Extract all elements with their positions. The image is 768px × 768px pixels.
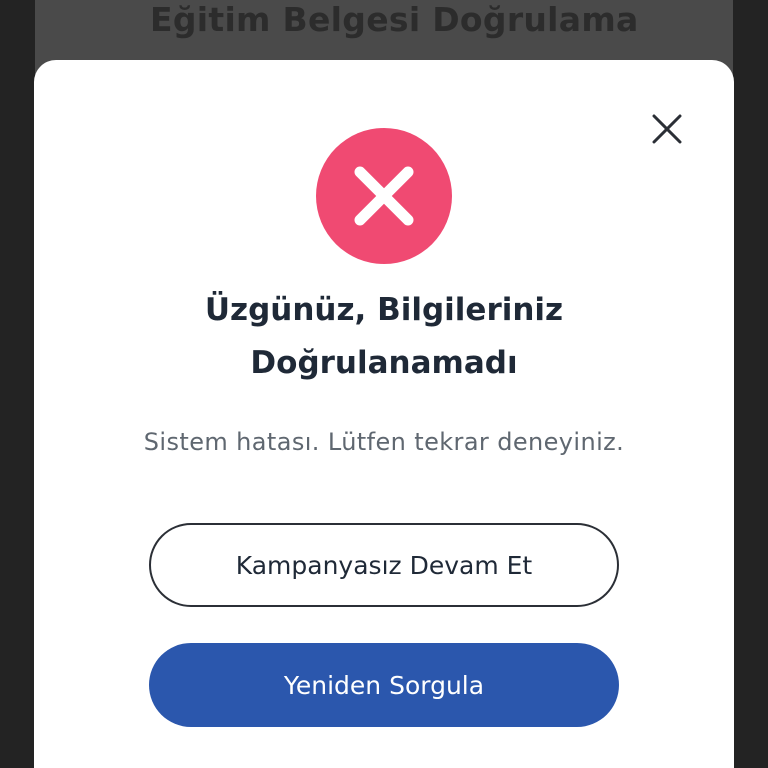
close-button[interactable] <box>648 110 686 148</box>
error-status-badge <box>316 128 452 264</box>
error-message: Sistem hatası. Lütfen tekrar deneyiniz. <box>143 428 625 456</box>
continue-without-campaign-label: Kampanyasız Devam Et <box>235 550 533 580</box>
error-modal: Üzgünüz, Bilgileriniz Doğrulanamadı Sist… <box>34 60 734 768</box>
continue-without-campaign-button[interactable]: Kampanyasız Devam Et <box>149 523 619 607</box>
modal-title-line-2: Doğrulanamadı <box>250 345 518 381</box>
modal-title-line-1: Üzgünüz, Bilgileriniz <box>204 292 564 328</box>
screen: Eğitim Belgesi Doğrulama Üzgünüz, Bilgil… <box>0 0 768 768</box>
close-icon <box>652 114 682 144</box>
error-x-icon <box>354 166 414 226</box>
retry-query-button[interactable]: Yeniden Sorgula <box>149 643 619 727</box>
modal-title: Üzgünüz, Bilgileriniz Doğrulanamadı <box>34 284 734 390</box>
background-page-title: Eğitim Belgesi Doğrulama <box>150 0 639 39</box>
retry-query-label: Yeniden Sorgula <box>283 670 485 700</box>
